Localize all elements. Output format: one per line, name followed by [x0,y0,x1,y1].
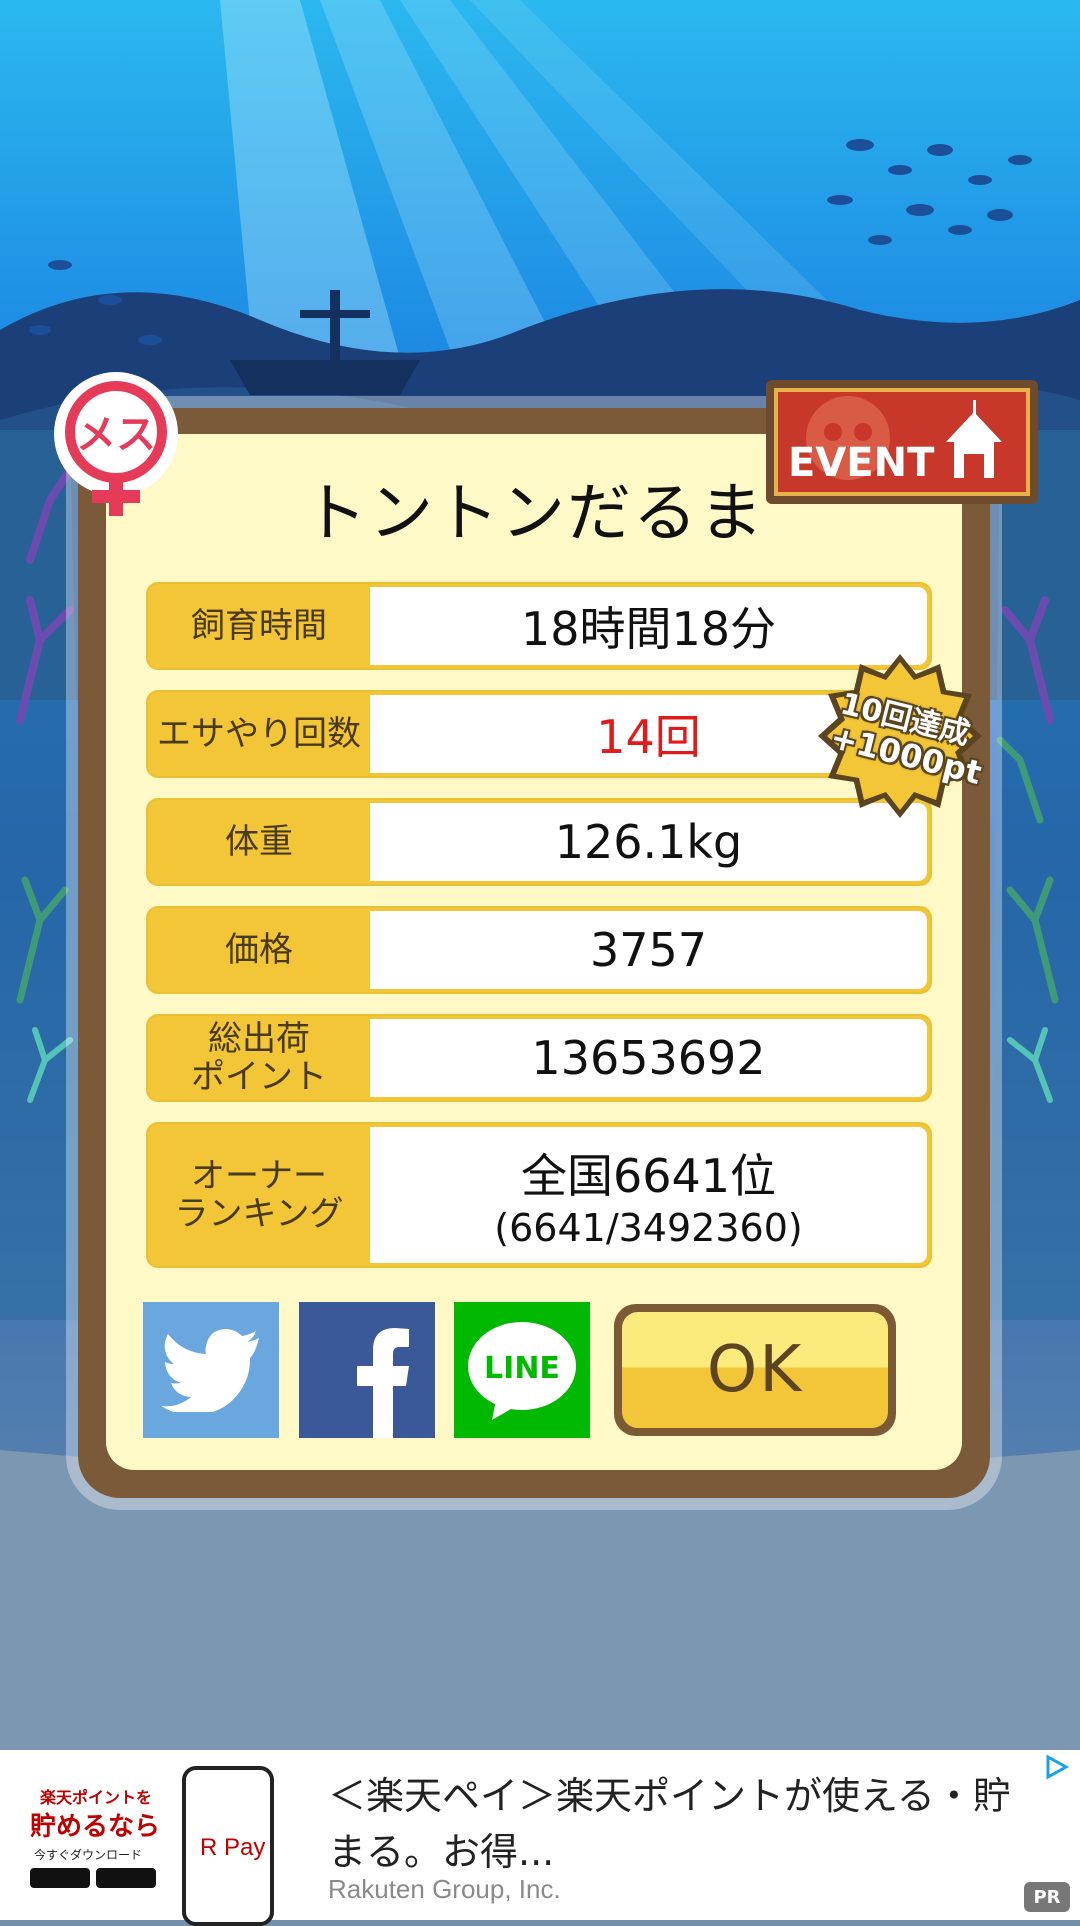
female-icon: メス [50,372,182,522]
facebook-icon [357,1328,409,1438]
stat-value: 3757 [370,911,927,989]
ad-choices-icon[interactable] [1044,1754,1070,1780]
ad-banner[interactable]: 楽天ポイントを 貯めるなら 今すぐダウンロード R Pay ＜楽天ペイ＞楽天ポイ… [0,1750,1080,1926]
stat-label: 体重 [225,822,293,862]
line-label: LINE [484,1351,560,1386]
twitter-share-button[interactable] [143,1302,279,1438]
store-badges-icon [30,1868,156,1888]
ad-thumbnail[interactable]: 楽天ポイントを 貯めるなら 今すぐダウンロード [0,1750,170,1920]
ranking-value-box: 全国6641位 (6641/3492360) [370,1127,927,1263]
ad-app-label: R Pay [200,1834,266,1861]
stat-row-weight: 体重 126.1kg [146,798,932,886]
stat-label: エサやり回数 [157,714,361,754]
stat-row-raising-time: 飼育時間 18時間18分 [146,582,932,670]
ad-thumb-line3: 今すぐダウンロード [34,1848,143,1862]
line-share-button[interactable]: LINE [454,1302,590,1438]
stat-label: 飼育時間 [191,606,327,646]
ok-button-label: OK [622,1312,888,1428]
ranking-value: 全国6641位 [520,1149,777,1203]
event-label: EVENT [788,440,935,486]
stat-row-owner-ranking: オーナー ランキング 全国6641位 (6641/3492360) [146,1122,932,1268]
stat-label: オーナー ランキング [174,1156,344,1234]
stat-row-price: 価格 3757 [146,906,932,994]
ad-pr-label: PR [1024,1882,1070,1912]
stat-label: 総出荷 ポイント [191,1019,327,1097]
event-badge[interactable]: EVENT [766,380,1038,504]
ad-title[interactable]: ＜楽天ペイ＞楽天ポイントが使える・貯まる。お得... [328,1768,1028,1880]
achievement-badge: 10回達成 +1000pt [816,652,985,820]
phone-illustration: R Pay [182,1766,274,1926]
stat-value: 13653692 [370,1019,927,1097]
ad-advertiser: Rakuten Group, Inc. [328,1874,561,1904]
gender-label: メス [76,412,156,458]
line-icon: LINE [468,1322,576,1420]
stat-row-total-shipping-points: 総出荷 ポイント 13653692 [146,1014,932,1102]
ranking-sub: (6641/3492360) [494,1206,803,1250]
ok-button[interactable]: OK [614,1304,896,1436]
twitter-icon [161,1329,259,1412]
stat-label: 価格 [225,930,293,970]
ad-thumb-line2: 貯めるなら [30,1812,161,1842]
facebook-share-button[interactable] [299,1302,435,1438]
ad-thumb-line1: 楽天ポイントを [40,1788,153,1807]
